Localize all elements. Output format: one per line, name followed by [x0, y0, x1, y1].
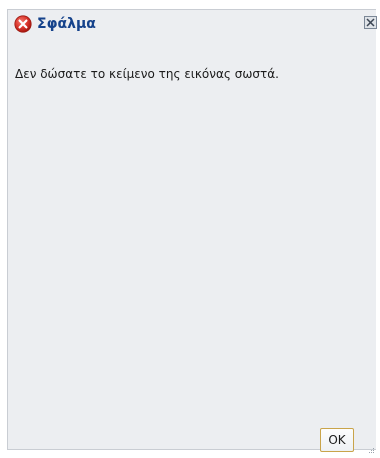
close-icon[interactable]	[364, 16, 377, 29]
error-icon	[14, 15, 32, 33]
dialog-title: Σφάλμα	[37, 16, 96, 32]
error-message: Δεν δώσατε το κείμενο της εικόνας σωστά.	[15, 67, 279, 81]
error-dialog: Σφάλμα Δεν δώσατε το κείμενο της εικόνας…	[7, 9, 377, 453]
resize-grip-icon[interactable]	[367, 439, 375, 453]
dialog-titlebar[interactable]: Σφάλμα	[8, 10, 377, 38]
ok-button[interactable]: OK	[320, 428, 354, 452]
